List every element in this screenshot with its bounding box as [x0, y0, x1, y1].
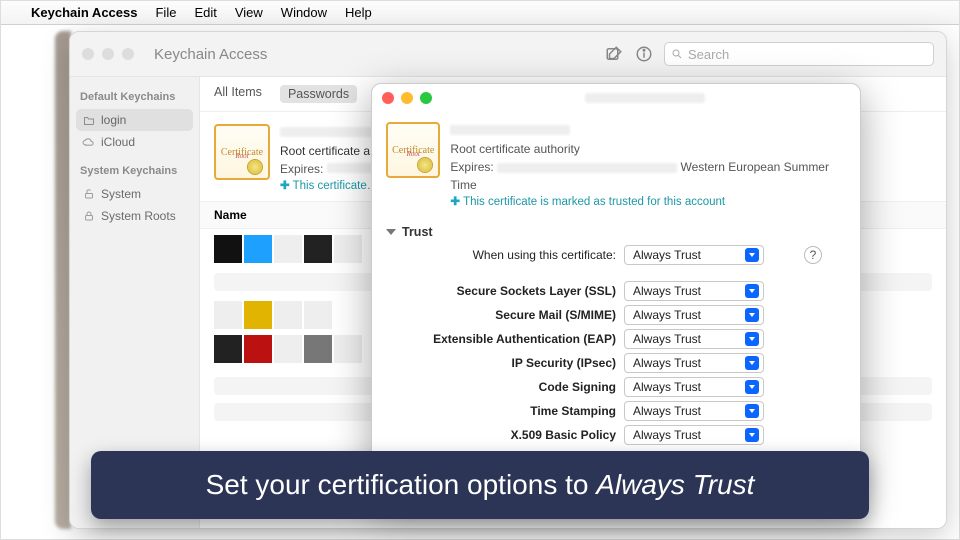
sidebar-item-system[interactable]: System: [76, 183, 193, 205]
select-caret-icon: [745, 308, 759, 322]
folder-icon: [82, 114, 95, 127]
menubar-edit[interactable]: Edit: [194, 5, 216, 20]
trust-row-select[interactable]: Always Trust: [624, 353, 764, 373]
sheet-cert-authority: Root certificate authority: [450, 140, 846, 158]
certificate-detail-sheet: CertificateRoot Root certificate authori…: [371, 83, 861, 503]
tab-all-items[interactable]: All Items: [214, 85, 262, 103]
menubar-help[interactable]: Help: [345, 5, 372, 20]
window-title: Keychain Access: [154, 46, 267, 63]
trust-row: Code Signing Always Trust: [416, 377, 846, 397]
traffic-zoom-disabled[interactable]: [122, 48, 134, 60]
macos-menubar: Keychain Access File Edit View Window He…: [1, 1, 959, 25]
trust-row-label: Secure Sockets Layer (SSL): [416, 284, 616, 298]
select-caret-icon: [745, 380, 759, 394]
select-caret-icon: [745, 248, 759, 262]
trust-when-label: When using this certificate:: [416, 248, 616, 262]
trust-when-row: When using this certificate: Always Trus…: [416, 245, 846, 265]
menubar-window[interactable]: Window: [281, 5, 327, 20]
select-caret-icon: [745, 428, 759, 442]
trust-row-label: Secure Mail (S/MIME): [416, 308, 616, 322]
window-toolbar: Keychain Access Search: [70, 32, 946, 77]
trust-row-value: Always Trust: [633, 284, 701, 298]
select-caret-icon: [745, 356, 759, 370]
menubar-view[interactable]: View: [235, 5, 263, 20]
trust-row-value: Always Trust: [633, 356, 701, 370]
caption-emphasis: Always Trust: [596, 469, 754, 500]
sidebar-item-icloud[interactable]: iCloud: [76, 131, 193, 153]
trust-row-select[interactable]: Always Trust: [624, 281, 764, 301]
trust-plus-icon: ✚: [450, 196, 460, 208]
sheet-close-button[interactable]: [382, 92, 394, 104]
select-caret-icon: [745, 284, 759, 298]
trust-when-select[interactable]: Always Trust: [624, 245, 764, 265]
trust-row-value: Always Trust: [633, 332, 701, 346]
sidebar-item-label: iCloud: [101, 135, 135, 149]
search-placeholder: Search: [688, 47, 729, 62]
search-icon: [671, 48, 683, 60]
trust-when-value: Always Trust: [633, 248, 701, 262]
select-caret-icon: [745, 404, 759, 418]
trust-row-label: IP Security (IPsec): [416, 356, 616, 370]
trust-row-label: X.509 Basic Policy: [416, 428, 616, 442]
trust-row-select[interactable]: Always Trust: [624, 329, 764, 349]
sidebar-item-label: System Roots: [101, 209, 176, 223]
certificate-icon: CertificateRoot: [214, 124, 270, 180]
trust-row-label: Time Stamping: [416, 404, 616, 418]
search-field[interactable]: Search: [664, 42, 934, 66]
help-button[interactable]: ?: [804, 246, 822, 264]
traffic-close-disabled[interactable]: [82, 48, 94, 60]
sidebar-item-system-roots[interactable]: System Roots: [76, 205, 193, 227]
sheet-cert-name-blurred: [450, 125, 570, 135]
trust-row-value: Always Trust: [633, 308, 701, 322]
info-icon[interactable]: [634, 44, 654, 64]
sheet-expires-label: Expires:: [450, 160, 493, 174]
trust-row-value: Always Trust: [633, 380, 701, 394]
sheet-title-blurred: [585, 93, 705, 103]
cert-expires-label: Expires:: [280, 162, 323, 176]
tutorial-caption: Set your certification options to Always…: [91, 451, 869, 519]
trust-disclosure[interactable]: Trust: [386, 225, 846, 239]
sheet-cert-header: CertificateRoot Root certificate authori…: [386, 116, 846, 217]
compose-icon[interactable]: [604, 44, 624, 64]
sidebar-item-label: login: [101, 113, 126, 127]
trust-row: Extensible Authentication (EAP) Always T…: [416, 329, 846, 349]
certificate-icon: CertificateRoot: [386, 122, 440, 178]
lock-gear-icon: [82, 210, 95, 223]
sidebar-item-login[interactable]: login: [76, 109, 193, 131]
trust-row-select[interactable]: Always Trust: [624, 377, 764, 397]
sidebar-item-label: System: [101, 187, 141, 201]
sidebar-heading-system: System Keychains: [80, 165, 189, 177]
trust-row-label: Extensible Authentication (EAP): [416, 332, 616, 346]
menubar-appname[interactable]: Keychain Access: [31, 5, 137, 20]
sheet-minimize-button[interactable]: [401, 92, 413, 104]
trust-row-label: Code Signing: [416, 380, 616, 394]
sheet-trust-note: This certificate is marked as trusted fo…: [463, 196, 725, 208]
caption-prefix: Set your certification options to: [206, 469, 597, 500]
sheet-titlebar: [372, 84, 860, 112]
trust-plus-icon: ✚: [280, 180, 290, 192]
cloud-icon: [82, 136, 95, 149]
trust-row: X.509 Basic Policy Always Trust: [416, 425, 846, 445]
sheet-zoom-button[interactable]: [420, 92, 432, 104]
trust-section-label: Trust: [402, 225, 433, 239]
chevron-down-icon: [386, 229, 396, 235]
trust-row: Secure Mail (S/MIME) Always Trust: [416, 305, 846, 325]
trust-row-select[interactable]: Always Trust: [624, 425, 764, 445]
trust-row: IP Security (IPsec) Always Trust: [416, 353, 846, 373]
trust-row: Secure Sockets Layer (SSL) Always Trust: [416, 281, 846, 301]
traffic-min-disabled[interactable]: [102, 48, 114, 60]
trust-row-select[interactable]: Always Trust: [624, 401, 764, 421]
sheet-expires-blurred: [497, 163, 677, 173]
trust-row-select[interactable]: Always Trust: [624, 305, 764, 325]
trust-row-value: Always Trust: [633, 404, 701, 418]
select-caret-icon: [745, 332, 759, 346]
trust-row: Time Stamping Always Trust: [416, 401, 846, 421]
lock-open-icon: [82, 188, 95, 201]
trust-row-value: Always Trust: [633, 428, 701, 442]
sidebar-heading-default: Default Keychains: [80, 91, 189, 103]
tab-passwords[interactable]: Passwords: [280, 85, 357, 103]
menubar-file[interactable]: File: [155, 5, 176, 20]
window-traffic-lights[interactable]: [82, 48, 134, 60]
